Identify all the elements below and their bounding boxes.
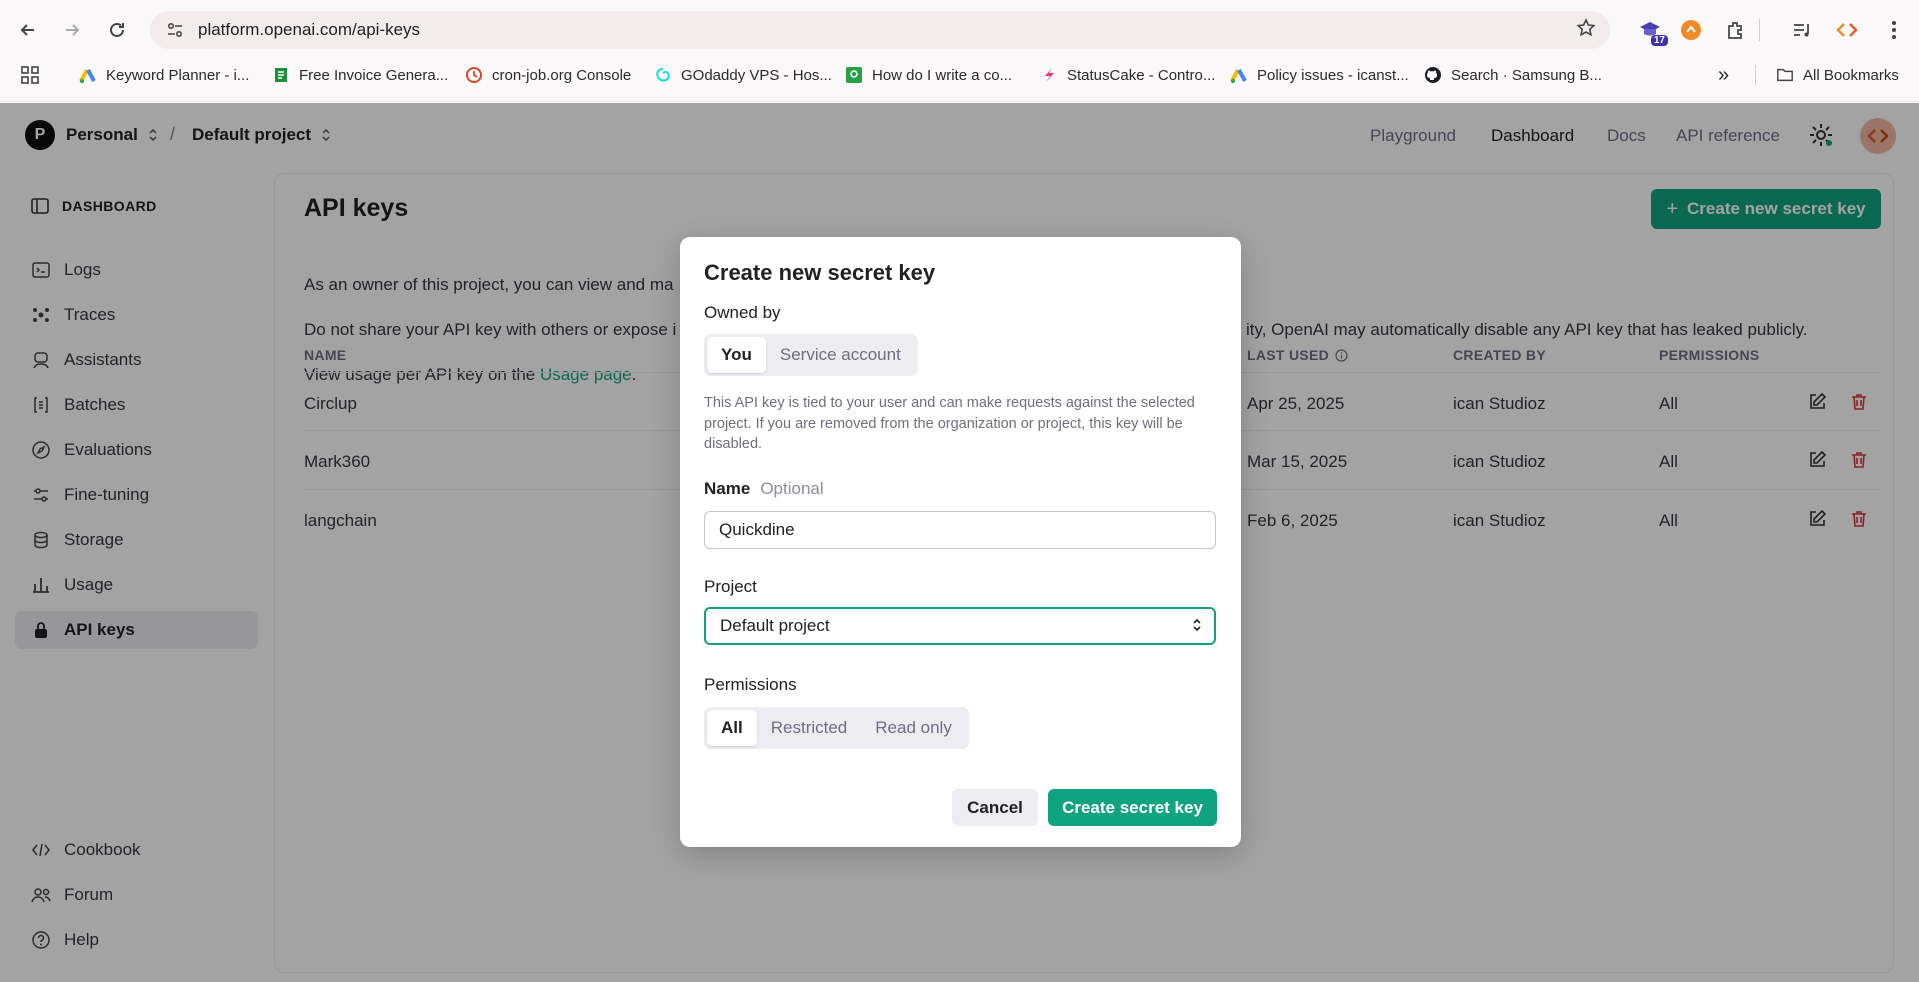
bookmark-policy-issues[interactable]: Policy issues - icanst... <box>1230 58 1409 92</box>
bookmark-godaddy[interactable]: GOdaddy VPS - Hos... <box>654 58 832 92</box>
project-select[interactable]: Default project <box>704 607 1216 645</box>
chevron-updown-icon <box>1192 617 1202 633</box>
owned-by-label: Owned by <box>704 303 781 322</box>
cancel-button[interactable]: Cancel <box>952 789 1038 826</box>
cron-job-icon <box>465 66 483 84</box>
bookmark-free-invoice[interactable]: Free Invoice Genera... <box>272 58 448 92</box>
site-settings-icon[interactable] <box>164 19 186 41</box>
forward-icon[interactable] <box>56 14 88 46</box>
permission-restricted-option[interactable]: Restricted <box>757 710 862 746</box>
bookmark-how-do-i-write[interactable]: How do I write a co... <box>845 58 1012 92</box>
create-secret-key-dialog: Create new secret key Owned by You Servi… <box>680 237 1241 847</box>
dialog-title: Create new secret key <box>704 260 936 285</box>
bookmark-keyword-planner[interactable]: Keyword Planner - i... <box>79 58 249 92</box>
key-name-input[interactable]: Quickdine <box>704 511 1216 549</box>
reload-icon[interactable] <box>101 14 133 46</box>
owned-by-toggle: You Service account <box>704 334 918 376</box>
bookmark-cron-job[interactable]: cron-job.org Console <box>465 58 631 92</box>
google-ads-icon <box>79 66 97 84</box>
owned-by-help-text: This API key is tied to your user and ca… <box>704 395 1195 452</box>
toolbar-divider <box>1759 19 1760 41</box>
permission-all-option[interactable]: All <box>707 710 757 746</box>
godaddy-icon <box>654 66 672 84</box>
extensions-puzzle-icon[interactable] <box>1722 16 1750 44</box>
name-optional-hint: Optional <box>760 479 824 498</box>
github-icon <box>1424 66 1442 84</box>
profile-code-icon[interactable] <box>1833 16 1861 44</box>
project-label: Project <box>704 577 757 596</box>
permission-read-only-option[interactable]: Read only <box>861 710 966 746</box>
extension-badge: 17 <box>1650 35 1668 46</box>
more-bookmarks-button[interactable]: » <box>1718 58 1729 92</box>
address-bar[interactable]: platform.openai.com/api-keys <box>150 11 1610 49</box>
owned-by-you-option[interactable]: You <box>707 337 766 373</box>
browser-chrome: platform.openai.com/api-keys 17 Keyword … <box>0 0 1919 102</box>
back-icon[interactable] <box>12 14 44 46</box>
bookmark-statuscake[interactable]: StatusCake - Contro... <box>1040 58 1215 92</box>
bookmarks-bar: Keyword Planner - i... Free Invoice Gene… <box>0 58 1919 92</box>
permissions-label: Permissions <box>704 675 797 694</box>
bookmarks-divider <box>1755 65 1756 85</box>
url-text[interactable]: platform.openai.com/api-keys <box>198 20 420 40</box>
bookmark-github-search[interactable]: Search · Samsung B... <box>1424 58 1602 92</box>
extension-orange-icon[interactable] <box>1677 16 1705 44</box>
create-secret-key-button[interactable]: Create secret key <box>1048 789 1217 826</box>
extension-graduation-icon[interactable]: 17 <box>1636 16 1668 46</box>
green-location-icon <box>845 66 863 84</box>
media-controls-icon[interactable] <box>1788 16 1816 44</box>
browser-menu-icon[interactable] <box>1880 16 1908 44</box>
apps-grid-icon[interactable] <box>20 58 40 92</box>
google-ads-icon <box>1230 66 1248 84</box>
folder-icon <box>1776 66 1794 84</box>
invoice-icon <box>272 66 290 84</box>
bookmark-star-icon[interactable] <box>1576 18 1596 44</box>
statuscake-icon <box>1040 66 1058 84</box>
name-label: Name Optional <box>704 479 824 498</box>
all-bookmarks-button[interactable]: All Bookmarks <box>1776 58 1899 92</box>
owned-by-service-account-option[interactable]: Service account <box>766 337 915 373</box>
permissions-toggle: All Restricted Read only <box>704 707 969 749</box>
